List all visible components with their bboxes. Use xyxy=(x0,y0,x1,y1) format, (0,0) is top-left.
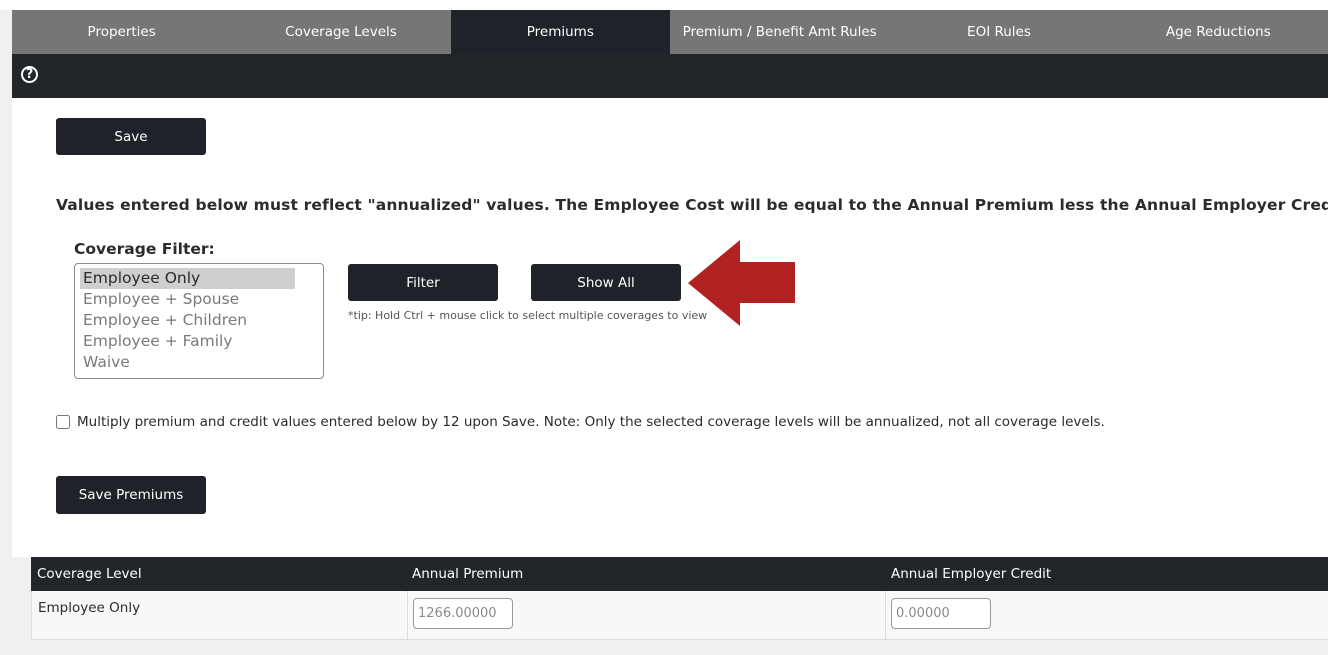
left-arrow-icon xyxy=(688,240,795,326)
cell-divider xyxy=(885,591,886,639)
multiply-by-12-row: Multiply premium and credit values enter… xyxy=(56,414,1105,430)
premiums-panel: Save Values entered below must reflect "… xyxy=(12,98,1328,557)
toolbar: ? xyxy=(12,54,1328,98)
save-premiums-button[interactable]: Save Premiums xyxy=(56,476,206,514)
tab-properties[interactable]: Properties xyxy=(12,10,231,54)
annual-premium-input[interactable] xyxy=(413,598,513,629)
cell-divider xyxy=(407,591,408,639)
tab-eoi-rules[interactable]: EOI Rules xyxy=(889,10,1108,54)
multiply-by-12-label: Multiply premium and credit values enter… xyxy=(77,414,1105,430)
coverage-filter-label: Coverage Filter: xyxy=(74,240,215,258)
header-coverage-level: Coverage Level xyxy=(37,566,142,582)
annual-employer-credit-input[interactable] xyxy=(891,598,991,629)
grid-header: Coverage Level Annual Premium Annual Emp… xyxy=(31,557,1328,591)
tab-coverage-levels[interactable]: Coverage Levels xyxy=(231,10,450,54)
row-coverage-level: Employee Only xyxy=(38,600,141,616)
multi-select-tip: *tip: Hold Ctrl + mouse click to select … xyxy=(348,309,708,322)
coverage-filter-listbox[interactable]: Employee Only Employee + Spouse Employee… xyxy=(74,263,324,379)
coverage-option-employee-only[interactable]: Employee Only xyxy=(80,268,295,289)
tab-premiums[interactable]: Premiums xyxy=(450,10,670,54)
tab-age-reductions[interactable]: Age Reductions xyxy=(1109,10,1328,54)
tab-bar: Properties Coverage Levels Premiums Prem… xyxy=(12,10,1328,54)
filter-button[interactable]: Filter xyxy=(348,264,498,301)
show-all-button[interactable]: Show All xyxy=(531,264,681,301)
header-annual-employer-credit: Annual Employer Credit xyxy=(891,566,1052,582)
question-circle-icon[interactable]: ? xyxy=(21,66,38,83)
annualized-notice: Values entered below must reflect "annua… xyxy=(56,196,1328,214)
save-button[interactable]: Save xyxy=(56,118,206,155)
top-strip xyxy=(0,0,1328,10)
tab-premium-benefit-amt-rules[interactable]: Premium / Benefit Amt Rules xyxy=(670,10,889,54)
table-row: Employee Only xyxy=(31,591,1328,640)
coverage-option-employee-family[interactable]: Employee + Family xyxy=(80,331,295,352)
multiply-by-12-checkbox[interactable] xyxy=(56,415,70,429)
coverage-option-employee-spouse[interactable]: Employee + Spouse xyxy=(80,289,295,310)
coverage-option-employee-children[interactable]: Employee + Children xyxy=(80,310,295,331)
coverage-option-waive[interactable]: Waive xyxy=(80,352,295,373)
header-annual-premium: Annual Premium xyxy=(412,566,524,582)
premiums-grid: Coverage Level Annual Premium Annual Emp… xyxy=(31,557,1328,640)
